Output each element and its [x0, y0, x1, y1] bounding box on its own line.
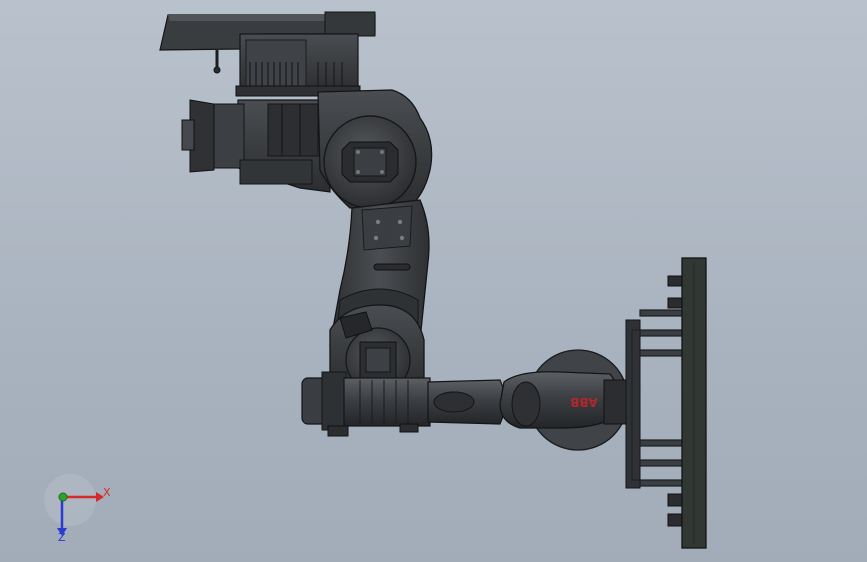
- shoulder-housing: [317, 89, 433, 209]
- cad-viewport[interactable]: ABB X Z: [0, 0, 867, 562]
- robot-model-view[interactable]: ABB X Z: [0, 0, 867, 562]
- triad-background: [44, 474, 96, 526]
- robot-base-turntable: [235, 33, 361, 97]
- x-axis-label: X: [103, 486, 111, 499]
- axis1-motor: [181, 99, 331, 193]
- y-axis-dot: [58, 492, 68, 502]
- end-effector-gripper: [625, 257, 707, 549]
- wrist-housing: ABB: [499, 349, 629, 451]
- z-axis-label: Z: [58, 531, 66, 544]
- orientation-triad: X Z: [44, 474, 111, 544]
- forearm-motor: [301, 371, 506, 437]
- abb-logo: ABB: [570, 395, 598, 409]
